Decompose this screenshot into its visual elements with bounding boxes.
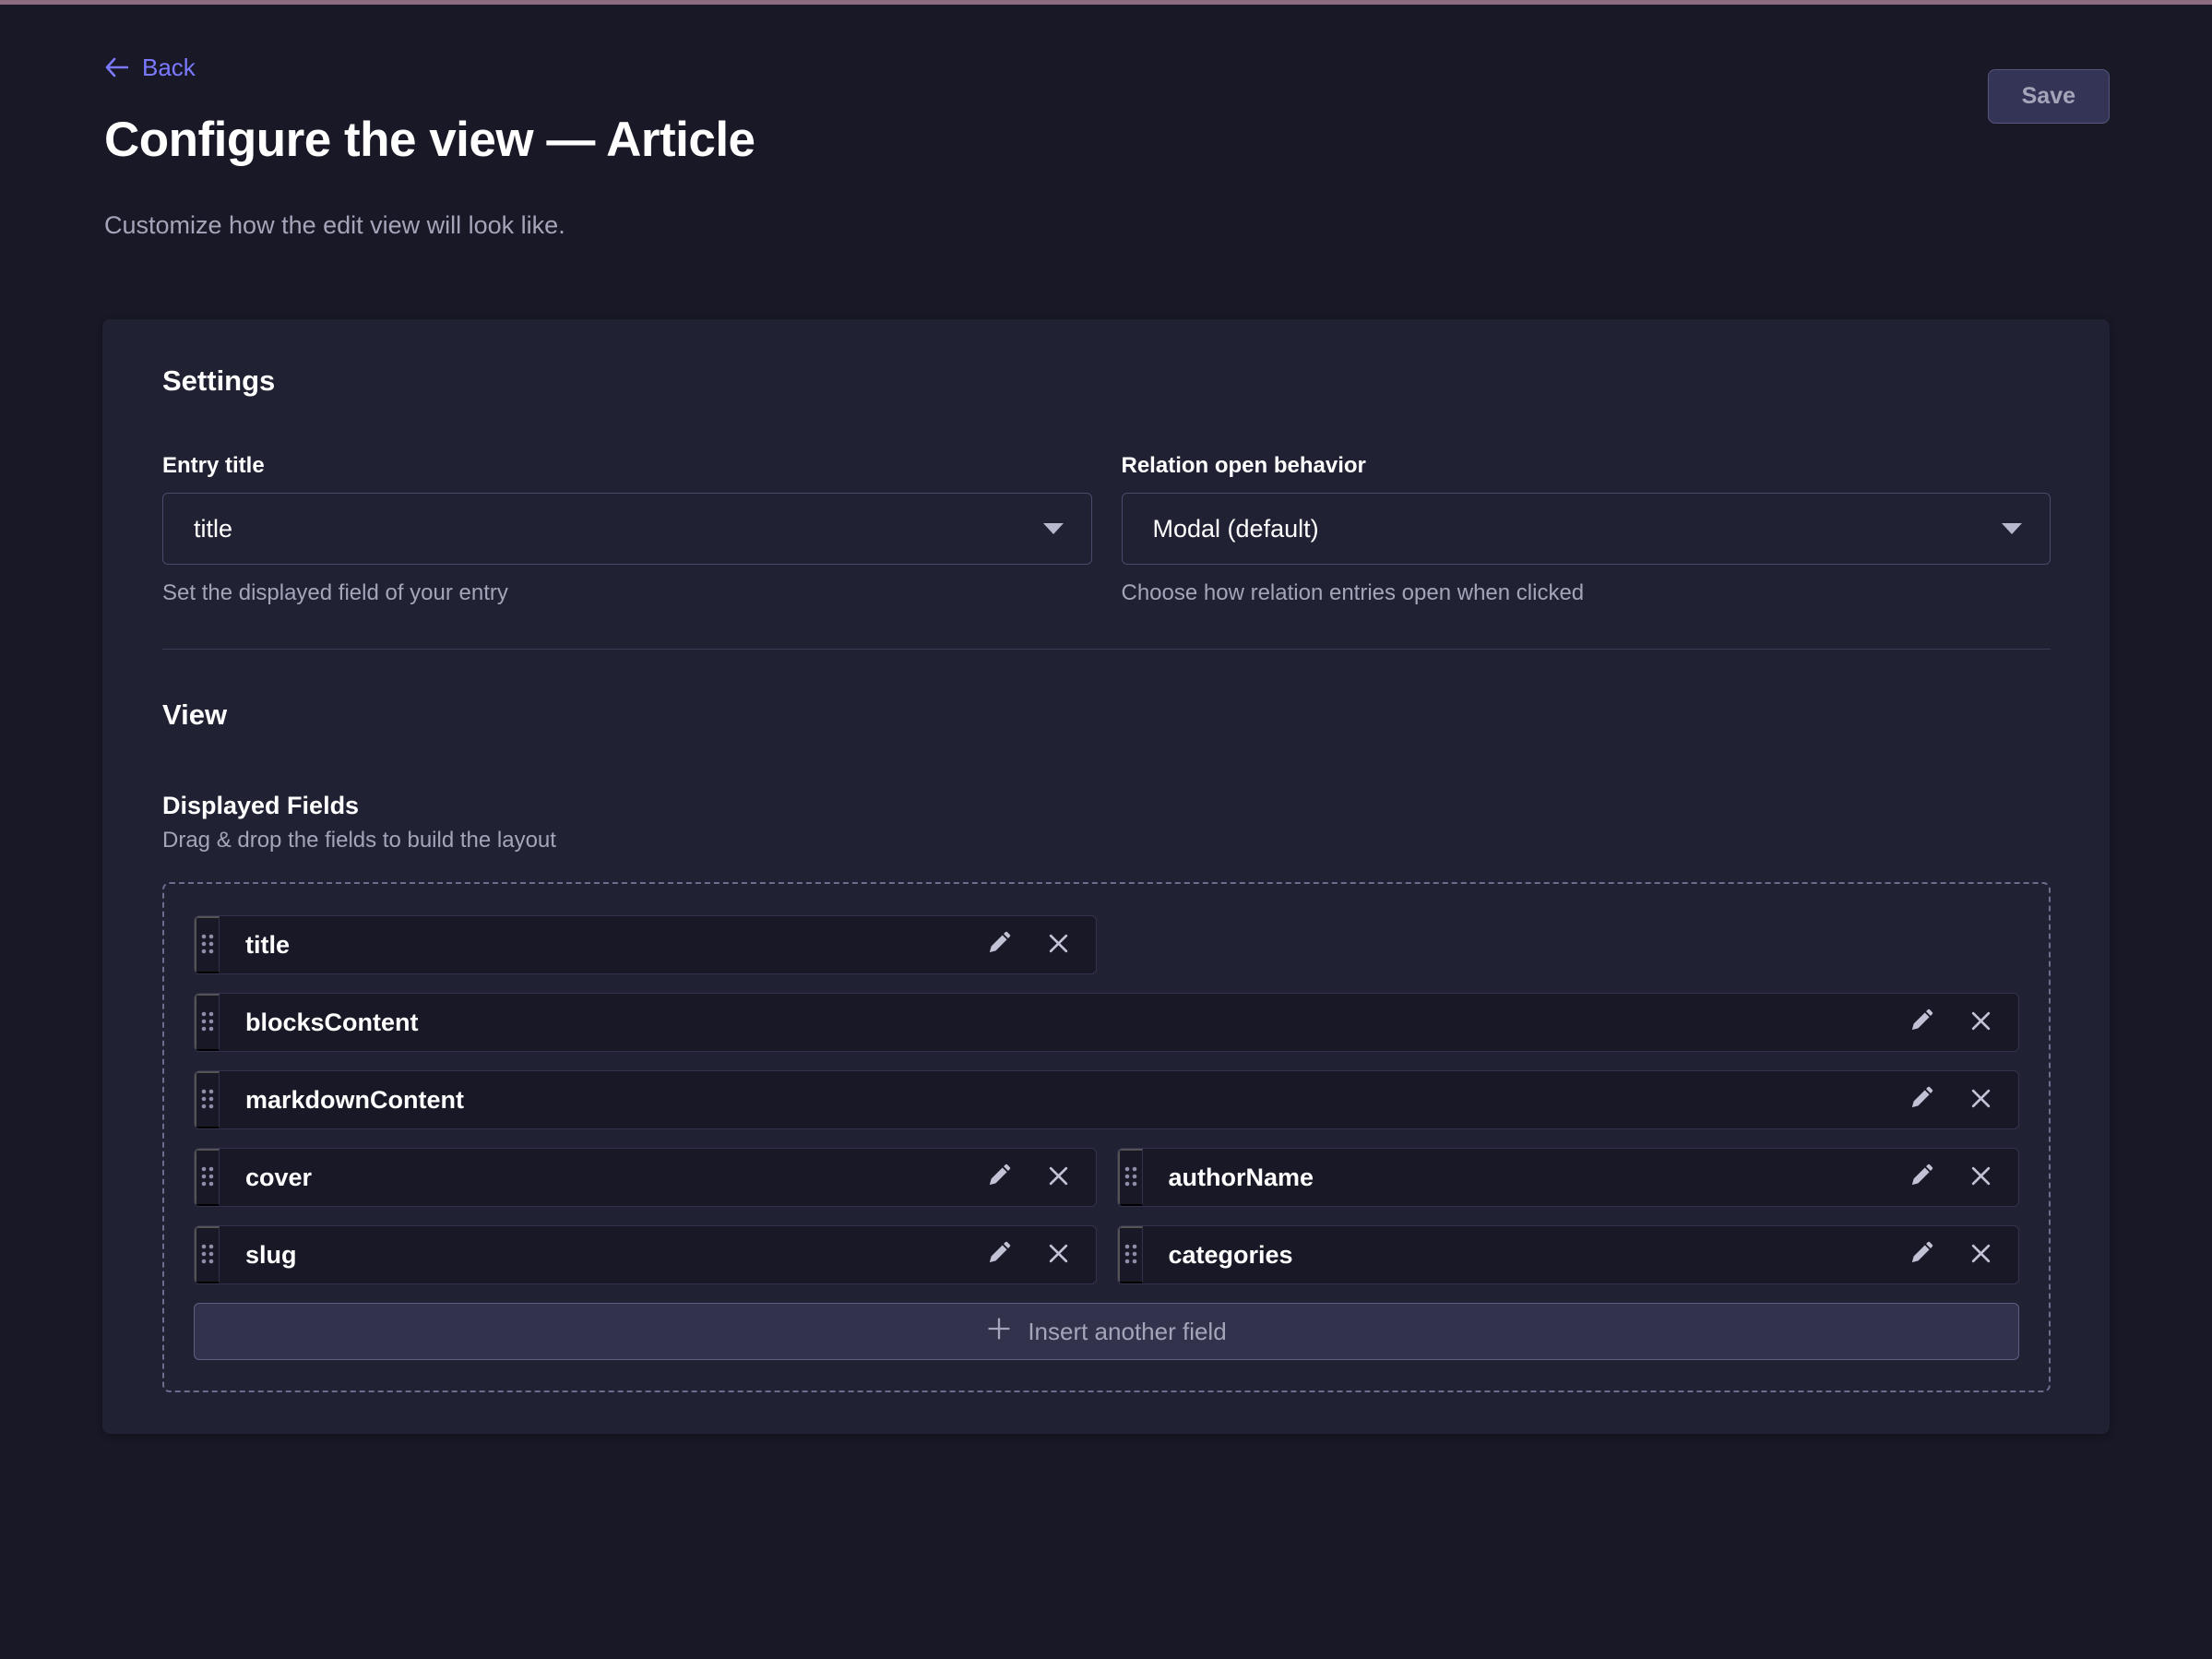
edit-field-button[interactable] [985, 1163, 1012, 1192]
drag-dots-icon [201, 1089, 214, 1112]
save-button[interactable]: Save [1988, 69, 2110, 124]
field-label: markdownContent [220, 1071, 1908, 1128]
back-label: Back [142, 54, 196, 81]
drag-dots-icon [1124, 1244, 1137, 1267]
field-row: markdownContent [194, 1070, 2019, 1129]
field-row: slug [194, 1225, 2019, 1284]
relation-open-behavior-field: Relation open behavior Modal (default) C… [1122, 452, 2051, 607]
plus-icon [986, 1316, 1012, 1348]
pencil-icon [1908, 1008, 1934, 1037]
empty-slot [1117, 915, 2020, 974]
relation-open-behavior-value: Modal (default) [1153, 515, 1319, 543]
arrow-left-icon [104, 57, 128, 78]
pencil-icon [985, 1163, 1012, 1192]
caret-down-icon [1041, 521, 1065, 536]
field-label: title [220, 916, 985, 973]
field-card-categories[interactable]: categories [1117, 1225, 2020, 1284]
drag-handle[interactable] [195, 1071, 220, 1128]
relation-open-behavior-select[interactable]: Modal (default) [1122, 493, 2051, 565]
entry-title-select[interactable]: title [162, 493, 1092, 565]
back-link[interactable]: Back [104, 54, 196, 81]
edit-field-button[interactable] [1908, 1008, 1934, 1037]
field-label: blocksContent [220, 994, 1908, 1051]
field-card-cover[interactable]: cover [194, 1148, 1097, 1207]
edit-field-button[interactable] [985, 930, 1012, 960]
page-title: Configure the view — Article [104, 112, 2110, 169]
view-heading: View [162, 698, 2051, 733]
remove-field-button[interactable] [1969, 1087, 1992, 1113]
drag-handle[interactable] [195, 1226, 220, 1283]
displayed-fields-subtitle: Drag & drop the fields to build the layo… [162, 828, 2051, 853]
insert-another-field-label: Insert another field [1028, 1318, 1226, 1346]
pencil-icon [1908, 1240, 1934, 1270]
caret-down-icon [2000, 521, 2024, 536]
field-label: authorName [1143, 1149, 1909, 1206]
cross-icon [1047, 932, 1070, 958]
drag-dots-icon [201, 1166, 214, 1189]
cross-icon [1969, 1009, 1992, 1035]
displayed-fields-title: Displayed Fields [162, 791, 2051, 820]
drag-dots-icon [1124, 1166, 1137, 1189]
drag-dots-icon [201, 934, 214, 957]
field-label: cover [220, 1149, 985, 1206]
remove-field-button[interactable] [1969, 1164, 1992, 1190]
field-card-title[interactable]: title [194, 915, 1097, 974]
cross-icon [1969, 1242, 1992, 1268]
drag-handle[interactable] [1118, 1149, 1143, 1206]
edit-field-button[interactable] [1908, 1163, 1934, 1192]
page-header: Back Configure the view — Article Custom… [0, 5, 2212, 239]
remove-field-button[interactable] [1047, 932, 1070, 958]
remove-field-button[interactable] [1969, 1242, 1992, 1268]
remove-field-button[interactable] [1969, 1009, 1992, 1035]
drag-handle[interactable] [195, 916, 220, 973]
drag-dots-icon [201, 1244, 214, 1267]
field-card-markdownContent[interactable]: markdownContent [194, 1070, 2019, 1129]
relation-open-behavior-hint: Choose how relation entries open when cl… [1122, 579, 2051, 607]
pencil-icon [1908, 1085, 1934, 1115]
entry-title-value: title [194, 515, 232, 543]
remove-field-button[interactable] [1047, 1242, 1070, 1268]
drag-handle[interactable] [195, 1149, 220, 1206]
field-label: slug [220, 1226, 985, 1283]
settings-form: Entry title title Set the displayed fiel… [162, 452, 2051, 607]
settings-heading: Settings [162, 364, 2051, 399]
pencil-icon [985, 1240, 1012, 1270]
configuration-card: Settings Entry title title Set the displ… [102, 319, 2110, 1434]
entry-title-label: Entry title [162, 452, 1092, 480]
remove-field-button[interactable] [1047, 1164, 1070, 1190]
field-row: cover [194, 1148, 2019, 1207]
cross-icon [1969, 1164, 1992, 1190]
relation-open-behavior-label: Relation open behavior [1122, 452, 2051, 480]
cross-icon [1047, 1164, 1070, 1190]
field-label: categories [1143, 1226, 1909, 1283]
field-card-blocksContent[interactable]: blocksContent [194, 993, 2019, 1052]
pencil-icon [1908, 1163, 1934, 1192]
drag-handle[interactable] [195, 994, 220, 1051]
edit-field-button[interactable] [1908, 1240, 1934, 1270]
pencil-icon [985, 930, 1012, 960]
entry-title-hint: Set the displayed field of your entry [162, 579, 1092, 607]
drag-dots-icon [201, 1011, 214, 1034]
field-row: blocksContent [194, 993, 2019, 1052]
cross-icon [1047, 1242, 1070, 1268]
field-row: title [194, 915, 2019, 974]
page-subtitle: Customize how the edit view will look li… [104, 211, 2110, 239]
drag-handle[interactable] [1118, 1226, 1143, 1283]
section-divider [162, 649, 2051, 650]
field-card-authorName[interactable]: authorName [1117, 1148, 2020, 1207]
edit-field-button[interactable] [1908, 1085, 1934, 1115]
displayed-fields-drop-zone: title [162, 882, 2051, 1392]
edit-field-button[interactable] [985, 1240, 1012, 1270]
insert-another-field-button[interactable]: Insert another field [194, 1303, 2019, 1360]
cross-icon [1969, 1087, 1992, 1113]
field-card-slug[interactable]: slug [194, 1225, 1097, 1284]
entry-title-field: Entry title title Set the displayed fiel… [162, 452, 1092, 607]
